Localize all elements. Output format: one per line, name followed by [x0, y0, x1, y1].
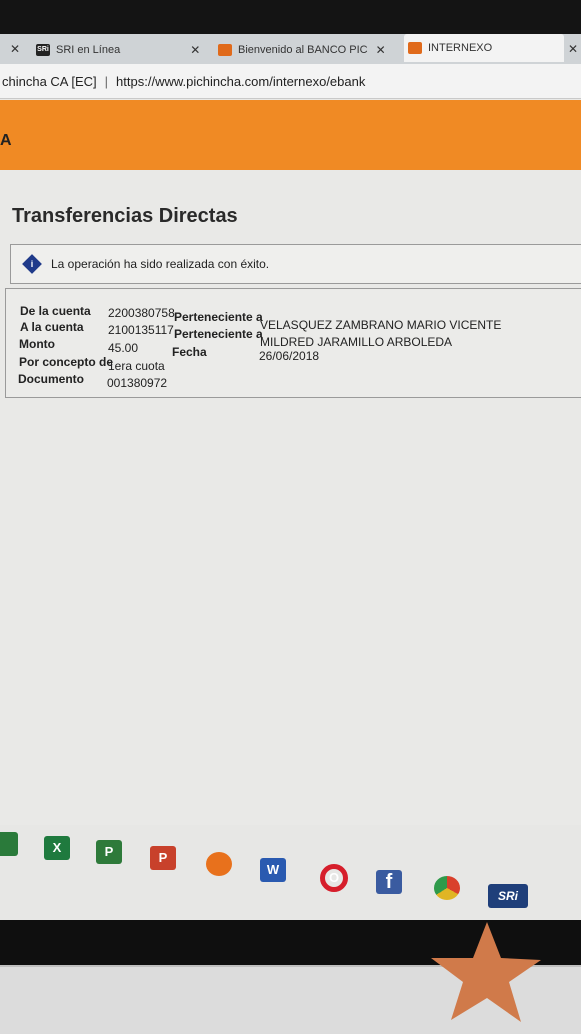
concept-value: 1era cuota: [108, 359, 165, 373]
from-account-value: 2200380758: [108, 306, 175, 320]
from-owner-value: VELASQUEZ ZAMBRANO MARIO VICENTE: [260, 318, 502, 332]
site-identity[interactable]: chincha CA [EC]: [0, 74, 97, 89]
top-bezel: [0, 0, 581, 34]
document-label: Documento: [18, 372, 84, 386]
tab-close-icon[interactable]: ✕: [10, 42, 20, 56]
tab-banco[interactable]: Bienvenido al BANCO PIC ✕: [218, 38, 386, 62]
bank-header-banner: A: [0, 100, 581, 170]
firefox-icon[interactable]: [206, 852, 232, 876]
document-value: 001380972: [107, 376, 168, 390]
excel-icon[interactable]: X: [44, 836, 70, 860]
date-label: Fecha: [172, 345, 207, 359]
tab-sri[interactable]: SRi SRI en Línea ✕: [36, 38, 200, 62]
bank-favicon-icon: [408, 42, 422, 54]
monitor-screen: ✕ SRi SRI en Línea ✕ Bienvenido al BANCO…: [0, 0, 581, 920]
info-icon: i: [22, 254, 42, 274]
address-bar[interactable]: chincha CA [EC] | https://www.pichincha.…: [0, 64, 581, 99]
opera-icon[interactable]: O: [320, 864, 348, 892]
message-text: La operación ha sido realizada con éxito…: [51, 257, 270, 271]
tab-internexo[interactable]: INTERNEXO: [404, 34, 564, 62]
url-text[interactable]: https://www.pichincha.com/internexo/eban…: [116, 74, 365, 89]
sri-favicon-icon: SRi: [36, 44, 50, 56]
bank-favicon-icon: [218, 44, 232, 56]
bank-logo: A: [0, 132, 12, 149]
close-icon[interactable]: ✕: [376, 43, 386, 57]
tab-label: SRI en Línea: [56, 44, 121, 56]
to-owner-value: MILDRED JARAMILLO ARBOLEDA: [260, 335, 453, 349]
success-message: i La operación ha sido realizada con éxi…: [10, 244, 581, 284]
to-owner-label: Perteneciente a: [174, 327, 263, 341]
date-value: 26/06/2018: [259, 349, 320, 363]
close-icon[interactable]: ✕: [190, 43, 200, 57]
amount-label: Monto: [19, 337, 55, 351]
tab-label: INTERNEXO: [428, 42, 493, 54]
word-icon[interactable]: W: [260, 858, 286, 882]
from-owner-label: Perteneciente a: [174, 310, 263, 324]
amount-value: 45.00: [108, 341, 139, 355]
tab-label: Bienvenido al BANCO PIC: [238, 44, 368, 56]
page-title: Transferencias Directas: [12, 205, 238, 227]
chrome-icon[interactable]: [434, 876, 460, 900]
to-account-label: A la cuenta: [20, 320, 84, 334]
star-ornament-icon: [431, 922, 541, 1022]
to-account-value: 2100135117: [108, 323, 174, 337]
sri-icon[interactable]: SRi: [488, 884, 528, 908]
address-separator: |: [104, 73, 109, 89]
facebook-icon[interactable]: f: [376, 870, 402, 894]
project-icon[interactable]: P: [96, 840, 122, 864]
powerpoint-icon[interactable]: P: [150, 846, 176, 870]
close-icon[interactable]: ✕: [568, 42, 578, 56]
app-icon[interactable]: [0, 832, 18, 856]
concept-label: Por concepto de: [19, 355, 114, 369]
from-account-label: De la cuenta: [20, 304, 91, 318]
